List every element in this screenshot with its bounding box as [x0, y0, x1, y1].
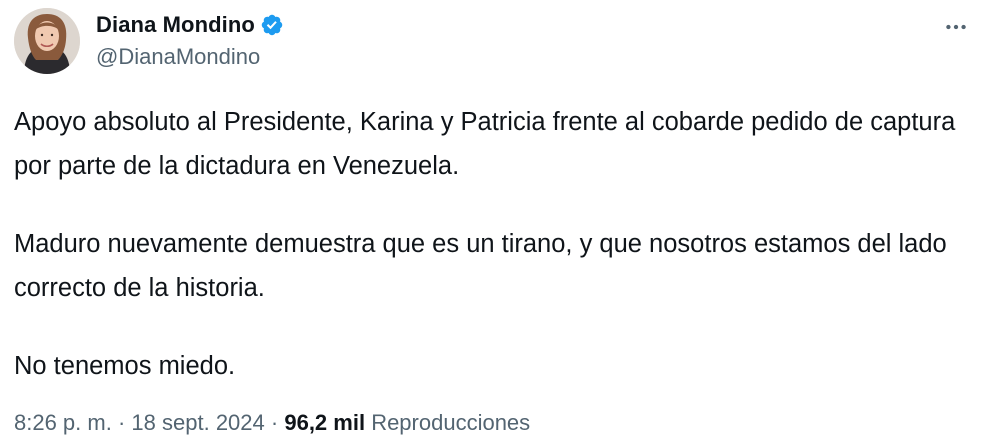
- tweet-meta: 8:26 p. m. · 18 sept. 2024 · 96,2 mil Re…: [14, 410, 530, 436]
- more-options-button[interactable]: [938, 12, 974, 42]
- author-info: Diana Mondino @DianaMondino: [96, 10, 284, 70]
- verified-badge-icon[interactable]: [260, 13, 284, 37]
- meta-separator-2: ·: [270, 410, 279, 435]
- author-display-name[interactable]: Diana Mondino: [96, 12, 255, 38]
- tweet-card: Diana Mondino @DianaMondino Apoyo absolu…: [0, 0, 992, 441]
- name-row: Diana Mondino: [96, 10, 284, 40]
- tweet-paragraph-1: Apoyo absoluto al Presidente, Karina y P…: [14, 108, 956, 180]
- tweet-paragraph-3: No tenemos miedo.: [14, 352, 236, 380]
- avatar[interactable]: [14, 8, 80, 74]
- tweet-date[interactable]: 18 sept. 2024: [131, 410, 264, 435]
- views-label: Reproducciones: [371, 410, 531, 435]
- tweet-paragraph-2: Maduro nuevamente demuestra que es un ti…: [14, 230, 947, 302]
- avatar-photo: [14, 8, 80, 74]
- views-count: 96,2 mil: [284, 410, 366, 435]
- more-horizontal-icon: [946, 24, 966, 30]
- meta-separator-1: ·: [117, 410, 126, 435]
- tweet-text: Apoyo absoluto al Presidente, Karina y P…: [14, 100, 974, 388]
- tweet-header: Diana Mondino @DianaMondino: [14, 8, 978, 78]
- tweet-time[interactable]: 8:26 p. m.: [14, 410, 112, 435]
- author-handle[interactable]: @DianaMondino: [96, 44, 284, 70]
